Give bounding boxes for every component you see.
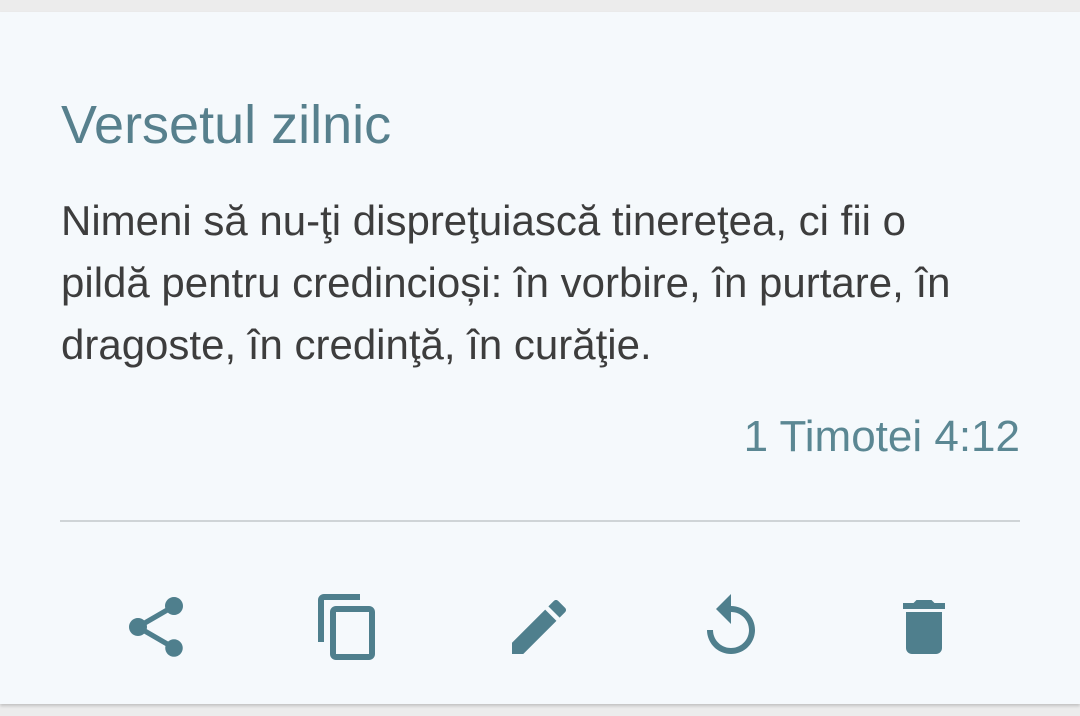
edit-icon [512, 599, 567, 654]
delete-button[interactable] [869, 572, 979, 682]
delete-icon [903, 600, 945, 654]
copy-icon [318, 594, 375, 660]
refresh-icon [707, 594, 755, 654]
copy-button[interactable] [293, 572, 403, 682]
share-button[interactable] [101, 572, 211, 682]
action-bar [0, 572, 1080, 682]
verse-reference[interactable]: 1 Timotei 4:12 [744, 407, 1020, 467]
daily-verse-card: Versetul zilnic Nimeni să nu-ţi dispreţu… [0, 12, 1080, 704]
card-title: Versetul zilnic [61, 95, 392, 155]
refresh-button[interactable] [676, 572, 786, 682]
share-icon [129, 597, 183, 657]
edit-button[interactable] [484, 572, 594, 682]
divider [60, 520, 1020, 522]
verse-text: Nimeni să nu-ţi dispreţuiască tinereţea,… [61, 197, 951, 368]
